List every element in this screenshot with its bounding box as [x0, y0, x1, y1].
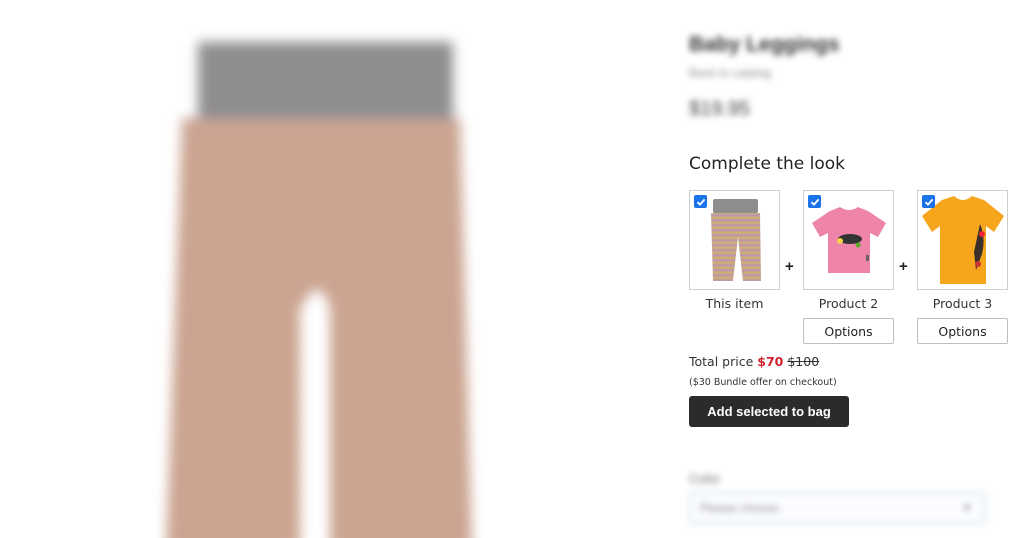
bundle-thumb-product-2[interactable]	[803, 190, 894, 290]
product-page: Baby Leggings Back to catalog $19.95 Com…	[0, 0, 1024, 538]
bundle-checkbox-product-2[interactable]	[808, 195, 821, 208]
options-button-product-2[interactable]: Options	[803, 318, 894, 344]
plus-icon: +	[899, 258, 908, 275]
bundle-checkbox-this[interactable]	[694, 195, 707, 208]
bundle-thumb-product-3[interactable]	[917, 190, 1008, 290]
color-select[interactable]: Please choose ▼	[689, 492, 985, 524]
product-main-image[interactable]	[160, 30, 480, 538]
options-button-product-3[interactable]: Options	[917, 318, 1008, 344]
product-title: Baby Leggings	[689, 33, 840, 56]
bundle-label-this: This item	[705, 296, 764, 311]
bundle-offer-note: ($30 Bundle offer on checkout)	[689, 377, 837, 388]
bundle-item-product-3: Product 3 Options	[917, 190, 1008, 344]
pink-tshirt-image	[811, 207, 886, 273]
back-to-catalog-link[interactable]: Back to catalog	[689, 66, 771, 80]
product-price: $19.95	[689, 98, 751, 120]
check-icon	[924, 198, 933, 206]
leggings-image	[166, 42, 472, 538]
bundle-label-product-3: Product 3	[932, 296, 993, 311]
total-price-label: Total price	[689, 354, 754, 369]
complete-the-look-heading: Complete the look	[689, 154, 846, 174]
add-selected-to-bag-button[interactable]: Add selected to bag	[689, 396, 849, 427]
color-select-value: Please choose	[700, 501, 779, 515]
color-label: Color	[689, 471, 721, 486]
total-price-sale: $70	[757, 354, 784, 369]
bundle-item-product-2: Product 2 Options	[803, 190, 894, 344]
bundle-thumb-leggings[interactable]	[689, 190, 780, 290]
bundle-item-this: This item	[689, 190, 780, 311]
bundle-label-product-2: Product 2	[818, 296, 879, 311]
total-price-original: $100	[787, 354, 820, 369]
bundle-total-price: Total price $70 $100	[689, 354, 819, 369]
check-icon	[696, 198, 705, 206]
plus-icon: +	[785, 258, 794, 275]
check-icon	[810, 198, 819, 206]
leggings-thumb-image	[710, 199, 761, 281]
bundle-checkbox-product-3[interactable]	[922, 195, 935, 208]
chevron-down-icon: ▼	[962, 503, 972, 514]
